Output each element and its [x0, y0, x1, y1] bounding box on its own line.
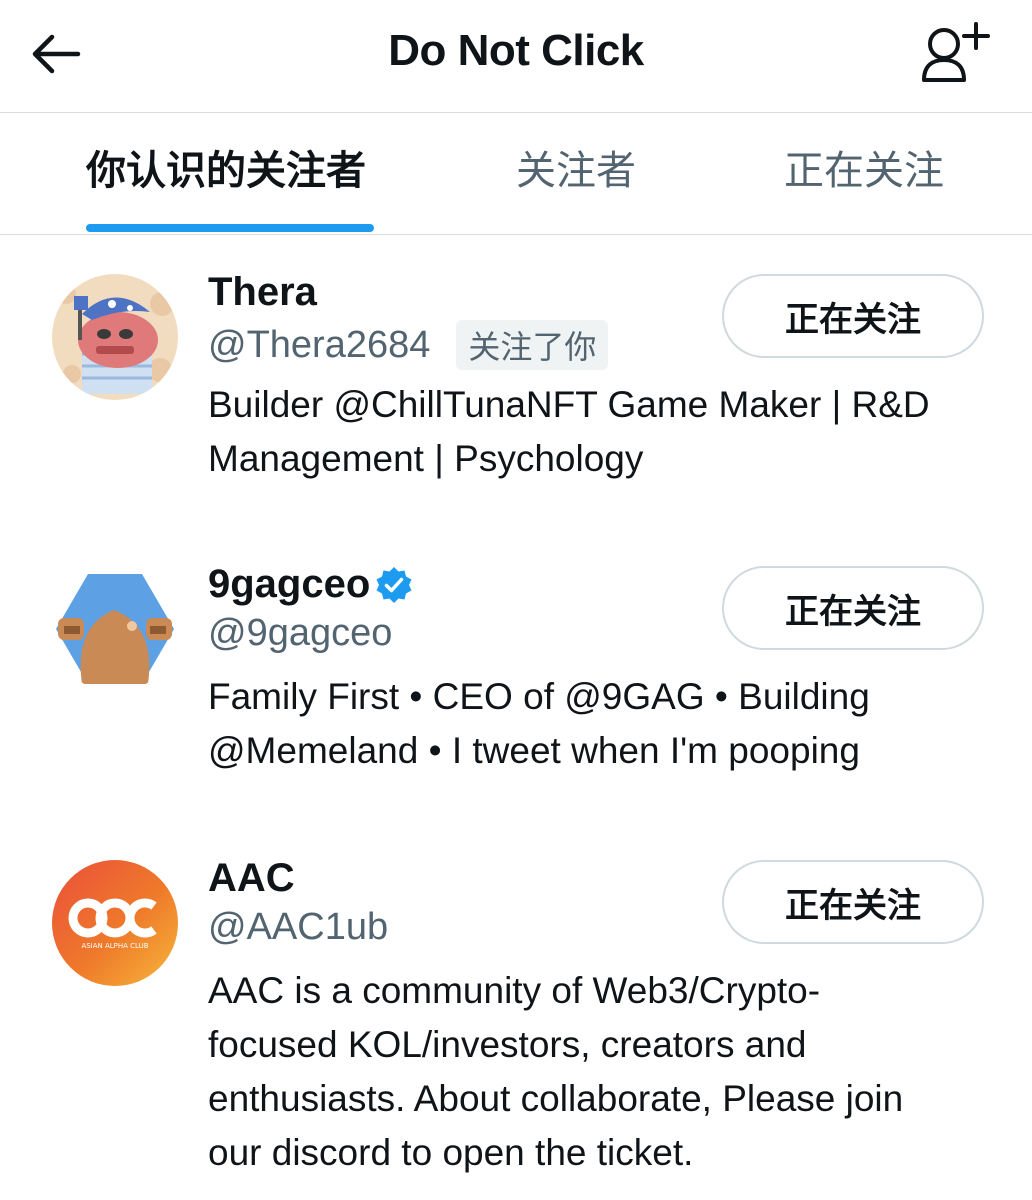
- follows-you-badge: 关注了你: [456, 320, 609, 370]
- verified-badge-icon: [376, 566, 412, 603]
- handle-row: @Thera2684 关注了你: [208, 320, 609, 370]
- tab-followers[interactable]: 关注者: [516, 145, 636, 197]
- tab-bar: 你认识的关注者 关注者 正在关注: [0, 113, 1032, 235]
- followers-page: Do Not Click 你认识的关注者 关注者 正在关注 Thera @The…: [0, 0, 1032, 1200]
- user-list-item[interactable]: Thera @Thera2684 关注了你 Builder @ChillTuna…: [0, 236, 1032, 526]
- page-title: Do Not Click: [388, 26, 644, 75]
- user-handle: @Thera2684: [208, 323, 431, 366]
- following-button[interactable]: 正在关注: [722, 274, 984, 358]
- name-row: Thera: [208, 270, 317, 315]
- user-list-item[interactable]: ASIAN ALPHA CLUB AAC @AAC1ub AAC is a co…: [0, 822, 1032, 1200]
- handle-row: @9gagceo: [208, 612, 392, 655]
- user-bio: Builder @ChillTunaNFT Game Maker | R&D M…: [208, 384, 930, 479]
- display-name[interactable]: AAC: [208, 856, 295, 901]
- avatar[interactable]: [52, 274, 178, 400]
- display-name[interactable]: Thera: [208, 270, 317, 315]
- user-handle: @9gagceo: [208, 612, 393, 654]
- name-row: 9gagceo: [208, 562, 414, 607]
- user-bio: Family First • CEO of @9GAG • Building @…: [208, 676, 870, 771]
- user-list-item[interactable]: 9gagceo @9gagceo Family First • CEO of @…: [0, 528, 1032, 820]
- tab-following[interactable]: 正在关注: [784, 145, 944, 197]
- handle-row: @AAC1ub: [208, 906, 388, 949]
- display-name[interactable]: 9gagceo: [208, 562, 370, 607]
- user-bio: AAC is a community of Web3/Crypto-focuse…: [208, 970, 904, 1173]
- user-handle: @AAC1ub: [208, 906, 389, 948]
- tab-followers-you-know[interactable]: 你认识的关注者: [86, 145, 366, 197]
- following-button[interactable]: 正在关注: [722, 566, 984, 650]
- add-user-button[interactable]: [914, 18, 994, 88]
- avatar[interactable]: ASIAN ALPHA CLUB: [52, 860, 178, 986]
- name-row: AAC: [208, 856, 295, 901]
- avatar-logo-text: ASIAN ALPHA CLUB: [81, 942, 148, 950]
- following-button[interactable]: 正在关注: [722, 860, 984, 944]
- avatar[interactable]: [52, 566, 178, 692]
- active-tab-indicator: [86, 224, 374, 232]
- add-user-icon: [922, 22, 990, 82]
- top-bar: Do Not Click: [0, 0, 1032, 113]
